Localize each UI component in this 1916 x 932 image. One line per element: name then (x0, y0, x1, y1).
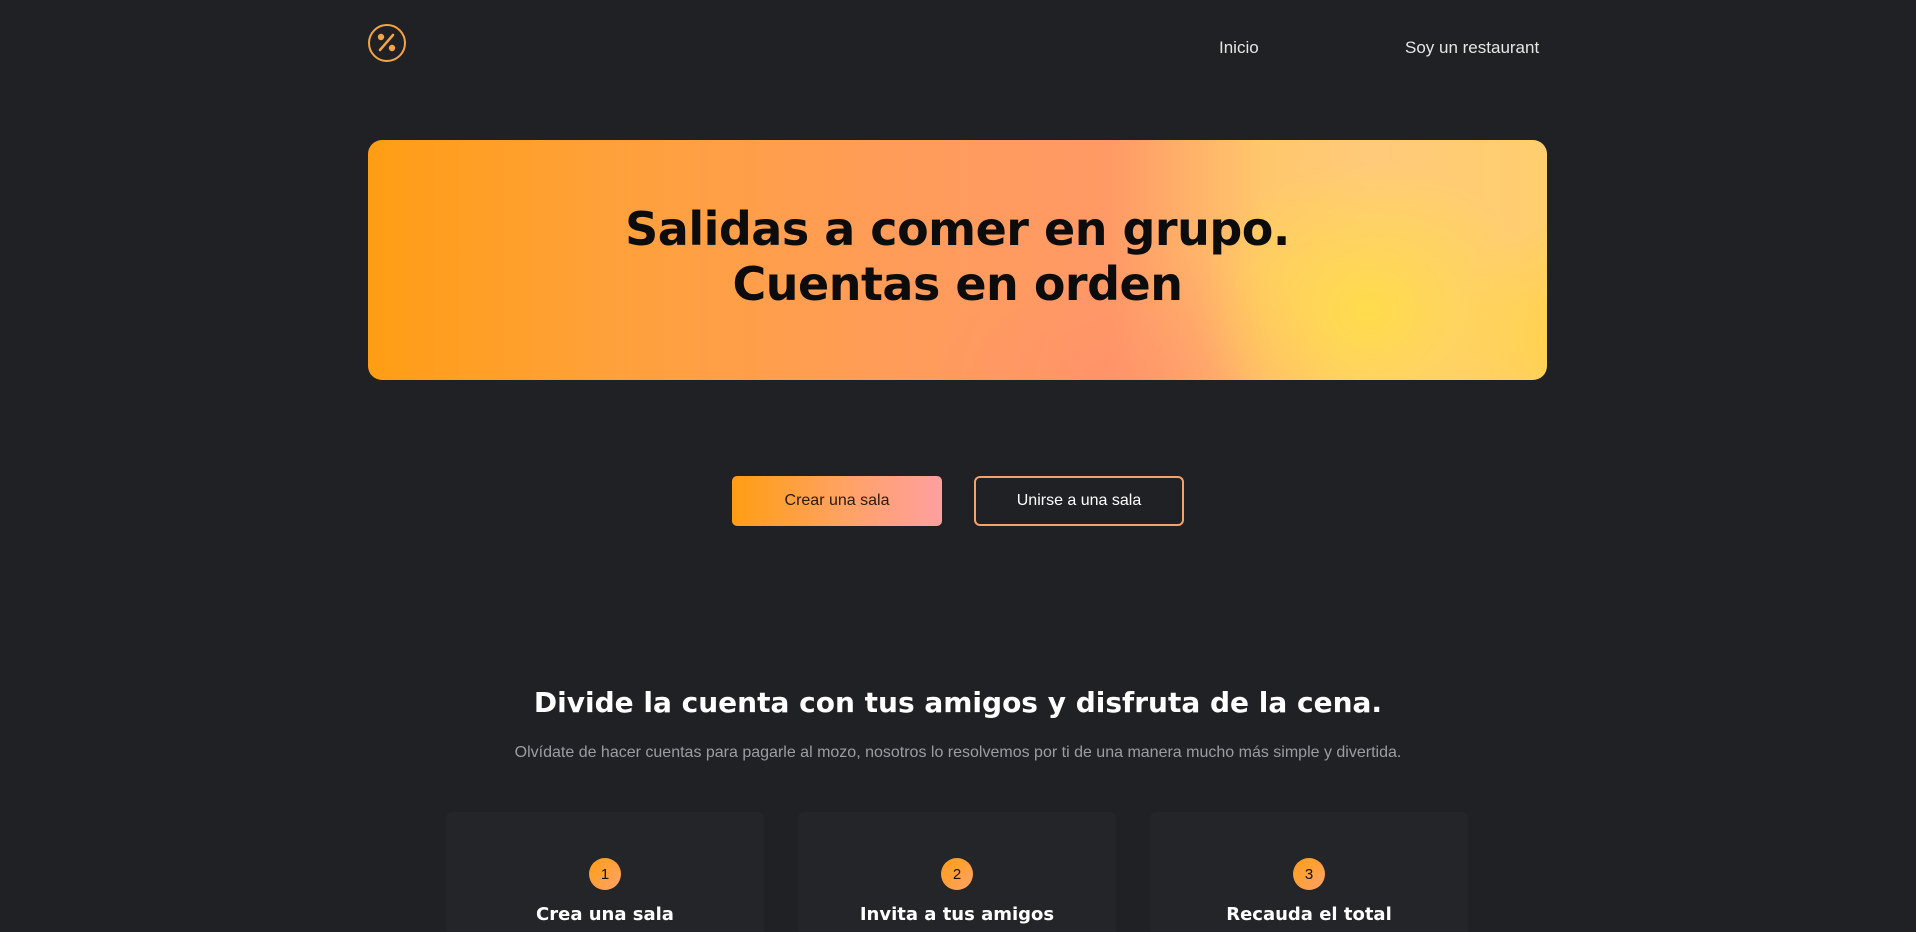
hero-banner: Salidas a comer en grupo. Cuentas en ord… (368, 140, 1547, 380)
nav-link-inicio[interactable]: Inicio (1219, 38, 1259, 58)
page: Inicio Soy un restaurant Salidas a comer… (0, 0, 1916, 932)
percent-icon (377, 33, 396, 52)
step-number-badge: 2 (941, 858, 973, 890)
step-title: Crea una sala (536, 904, 674, 925)
hero-title-line-2: Cuentas en orden (732, 257, 1183, 311)
section-title: Divide la cuenta con tus amigos y disfru… (533, 686, 1383, 719)
step-number-badge: 1 (589, 858, 621, 890)
step-card-2: 2 Invita a tus amigos (798, 812, 1116, 932)
step-title: Invita a tus amigos (859, 904, 1055, 925)
step-card-1: 1 Crea una sala (446, 812, 764, 932)
hero-title: Salidas a comer en grupo. Cuentas en ord… (368, 202, 1547, 312)
nav-link-restaurant[interactable]: Soy un restaurant (1405, 38, 1539, 58)
step-title: Recauda el total (1226, 904, 1392, 925)
step-card-3: 3 Recauda el total (1150, 812, 1468, 932)
step-number-badge: 3 (1293, 858, 1325, 890)
hero-title-line-1: Salidas a comer en grupo. (625, 202, 1290, 256)
logo-percent-icon[interactable] (368, 24, 406, 62)
create-room-button[interactable]: Crear una sala (732, 476, 942, 526)
join-room-button[interactable]: Unirse a una sala (974, 476, 1184, 526)
section-subtitle: Olvídate de hacer cuentas para pagarle a… (514, 744, 1402, 761)
